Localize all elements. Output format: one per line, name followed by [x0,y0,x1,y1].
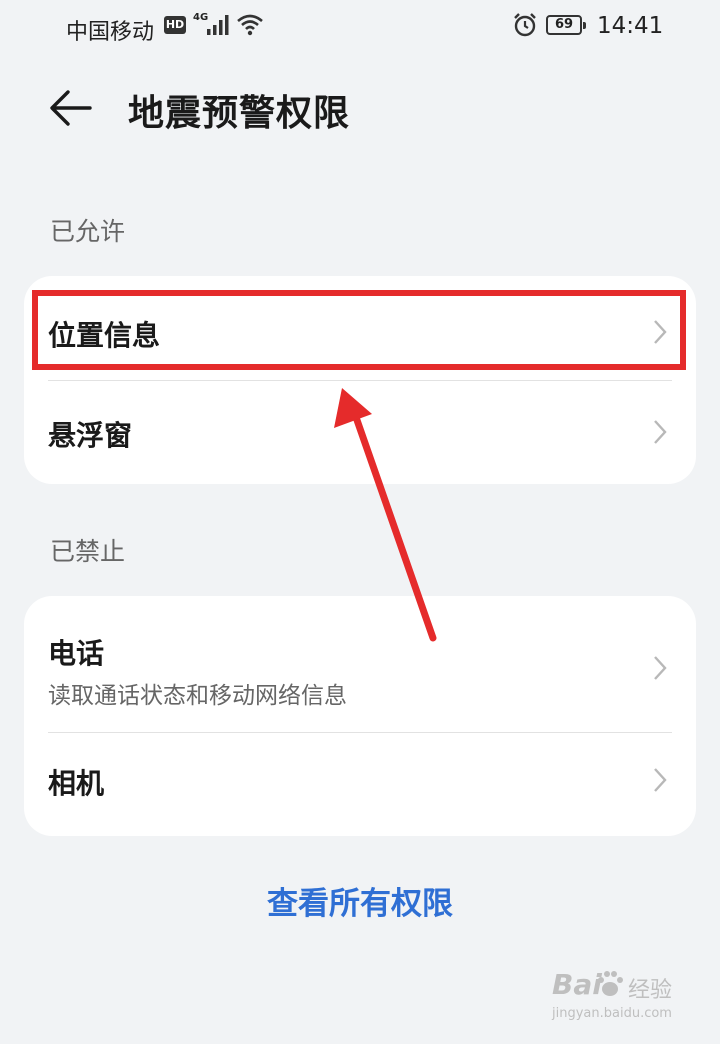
chevron-right-icon [654,656,667,680]
app-header: 地震预警权限 [0,70,720,150]
permission-row-location[interactable]: 位置信息 [24,276,696,380]
watermark-logo: Bai [552,968,602,1001]
clock: 14:41 [597,13,664,39]
paw-icon [598,971,623,996]
permission-title: 位置信息 [48,319,161,352]
signal-icon [207,15,229,35]
hd-badge: HD [164,16,186,34]
section-label-denied: 已禁止 [50,537,126,566]
carrier-name: 中国移动 [66,20,155,45]
permission-title: 悬浮窗 [48,419,133,452]
wifi-icon [237,14,263,36]
page-title: 地震预警权限 [128,93,351,134]
permission-row-phone[interactable]: 电话 读取通话状态和移动网络信息 [24,596,696,732]
permission-title: 相机 [48,767,105,800]
permission-description: 读取通话状态和移动网络信息 [48,683,347,709]
chevron-right-icon [654,320,667,344]
chevron-right-icon [654,768,667,792]
allowed-permissions-card: 位置信息 悬浮窗 [24,276,696,484]
chevron-right-icon [654,420,667,444]
view-all-permissions-link[interactable]: 查看所有权限 [0,878,720,923]
battery-icon: 69 [546,15,586,35]
baidu-jingyan-watermark: Bai 经验 jingyan.baidu.com [548,968,698,1028]
status-bar: 中国移动 HD 4G 69 14:41 [0,0,720,54]
watermark-text: 经验 [628,978,673,1003]
permission-row-camera[interactable]: 相机 [24,732,696,836]
section-label-allowed: 已允许 [50,217,126,246]
alarm-icon [514,13,536,37]
permission-row-floating-window[interactable]: 悬浮窗 [24,380,696,484]
back-arrow-icon[interactable] [44,86,96,130]
denied-permissions-card: 电话 读取通话状态和移动网络信息 相机 [24,596,696,836]
watermark-url: jingyan.baidu.com [552,1006,672,1021]
permission-title: 电话 [48,637,105,670]
